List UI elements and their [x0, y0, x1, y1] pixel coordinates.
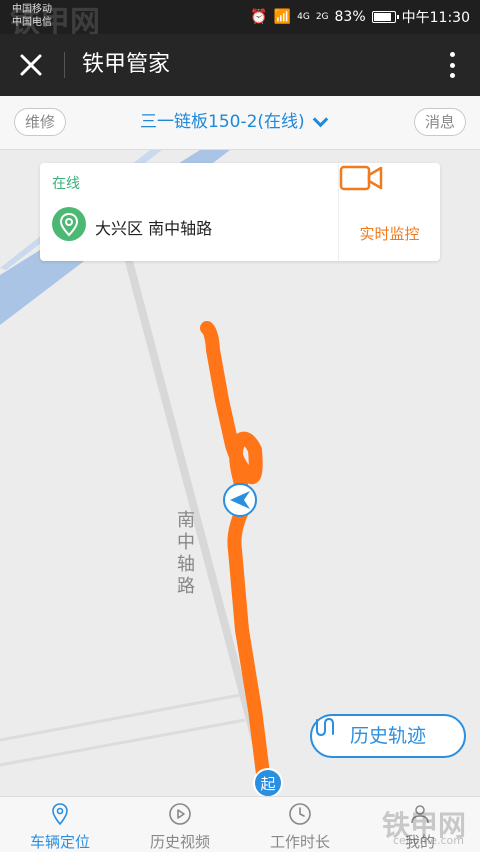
live-monitor-button[interactable]: 实时监控 — [339, 163, 440, 261]
app-title: 铁甲管家 — [82, 52, 171, 77]
start-marker-label: 起 — [260, 775, 275, 793]
clock-time: 中午11:30 — [401, 10, 470, 26]
tab-label: 车辆定位 — [29, 833, 90, 851]
tab-history-video[interactable]: 历史视频 — [120, 797, 240, 852]
road-minor — [0, 693, 241, 742]
road-minor — [0, 718, 246, 767]
location-info-card: 在线 大兴区 南中轴路 实时监控 — [40, 163, 440, 261]
online-status: 在线 — [52, 176, 80, 192]
map-view[interactable]: 起 在线 大兴区 南中轴路 实时监控 南中轴路 历史轨迹 — [0, 150, 480, 796]
tab-work-hours[interactable]: 工作时长 — [240, 797, 360, 852]
close-icon — [20, 54, 42, 76]
repair-button[interactable]: 维修 — [14, 108, 67, 136]
clock-icon — [289, 803, 311, 825]
more-dot — [449, 52, 455, 57]
location-pin-icon — [52, 803, 68, 826]
more-dot — [449, 73, 455, 78]
watermark-domain: cehome.com — [393, 834, 464, 847]
chevron-down-icon — [312, 111, 328, 127]
tab-label: 工作时长 — [269, 833, 330, 851]
route-icon — [316, 717, 334, 737]
title-bar: 铁甲管家 — [0, 34, 480, 96]
location-pin-icon — [52, 207, 86, 241]
device-selector[interactable]: 三一链板150-2(在线) — [140, 108, 328, 136]
network-secondary: 2G — [315, 12, 329, 22]
network-primary: 4G — [297, 12, 310, 22]
messages-button[interactable]: 消息 — [413, 108, 466, 136]
play-icon — [169, 803, 191, 825]
sub-bar: 维修 三一链板150-2(在线) 消息 — [0, 96, 480, 150]
more-menu-button[interactable] — [442, 48, 462, 82]
road-name-label: 南中轴路 — [177, 510, 195, 597]
device-name: 三一链板150-2(在线) — [140, 112, 305, 132]
battery-percent: 83% — [334, 9, 366, 25]
wifi-icon: 📶 — [273, 9, 292, 25]
more-dot — [449, 62, 455, 68]
tab-vehicle-location[interactable]: 车辆定位 — [0, 797, 120, 852]
live-monitor-label: 实时监控 — [359, 225, 420, 243]
video-camera-icon — [339, 165, 383, 191]
tab-label: 历史视频 — [149, 833, 210, 851]
status-indicators: ⏰ 📶 4G 2G 83% 中午11:30 — [250, 7, 470, 27]
title-divider — [64, 52, 65, 78]
close-button[interactable] — [14, 48, 48, 82]
address-text: 大兴区 南中轴路 — [95, 219, 213, 238]
battery-icon — [371, 11, 399, 23]
status-bar: 中国移动 中国电信 铁甲网 cehome.com ⏰ 📶 4G 2G 83% 中… — [0, 0, 480, 50]
history-track-label: 历史轨迹 — [349, 725, 426, 747]
alarm-icon: ⏰ — [250, 9, 268, 25]
history-track-button[interactable]: 历史轨迹 — [310, 714, 466, 758]
